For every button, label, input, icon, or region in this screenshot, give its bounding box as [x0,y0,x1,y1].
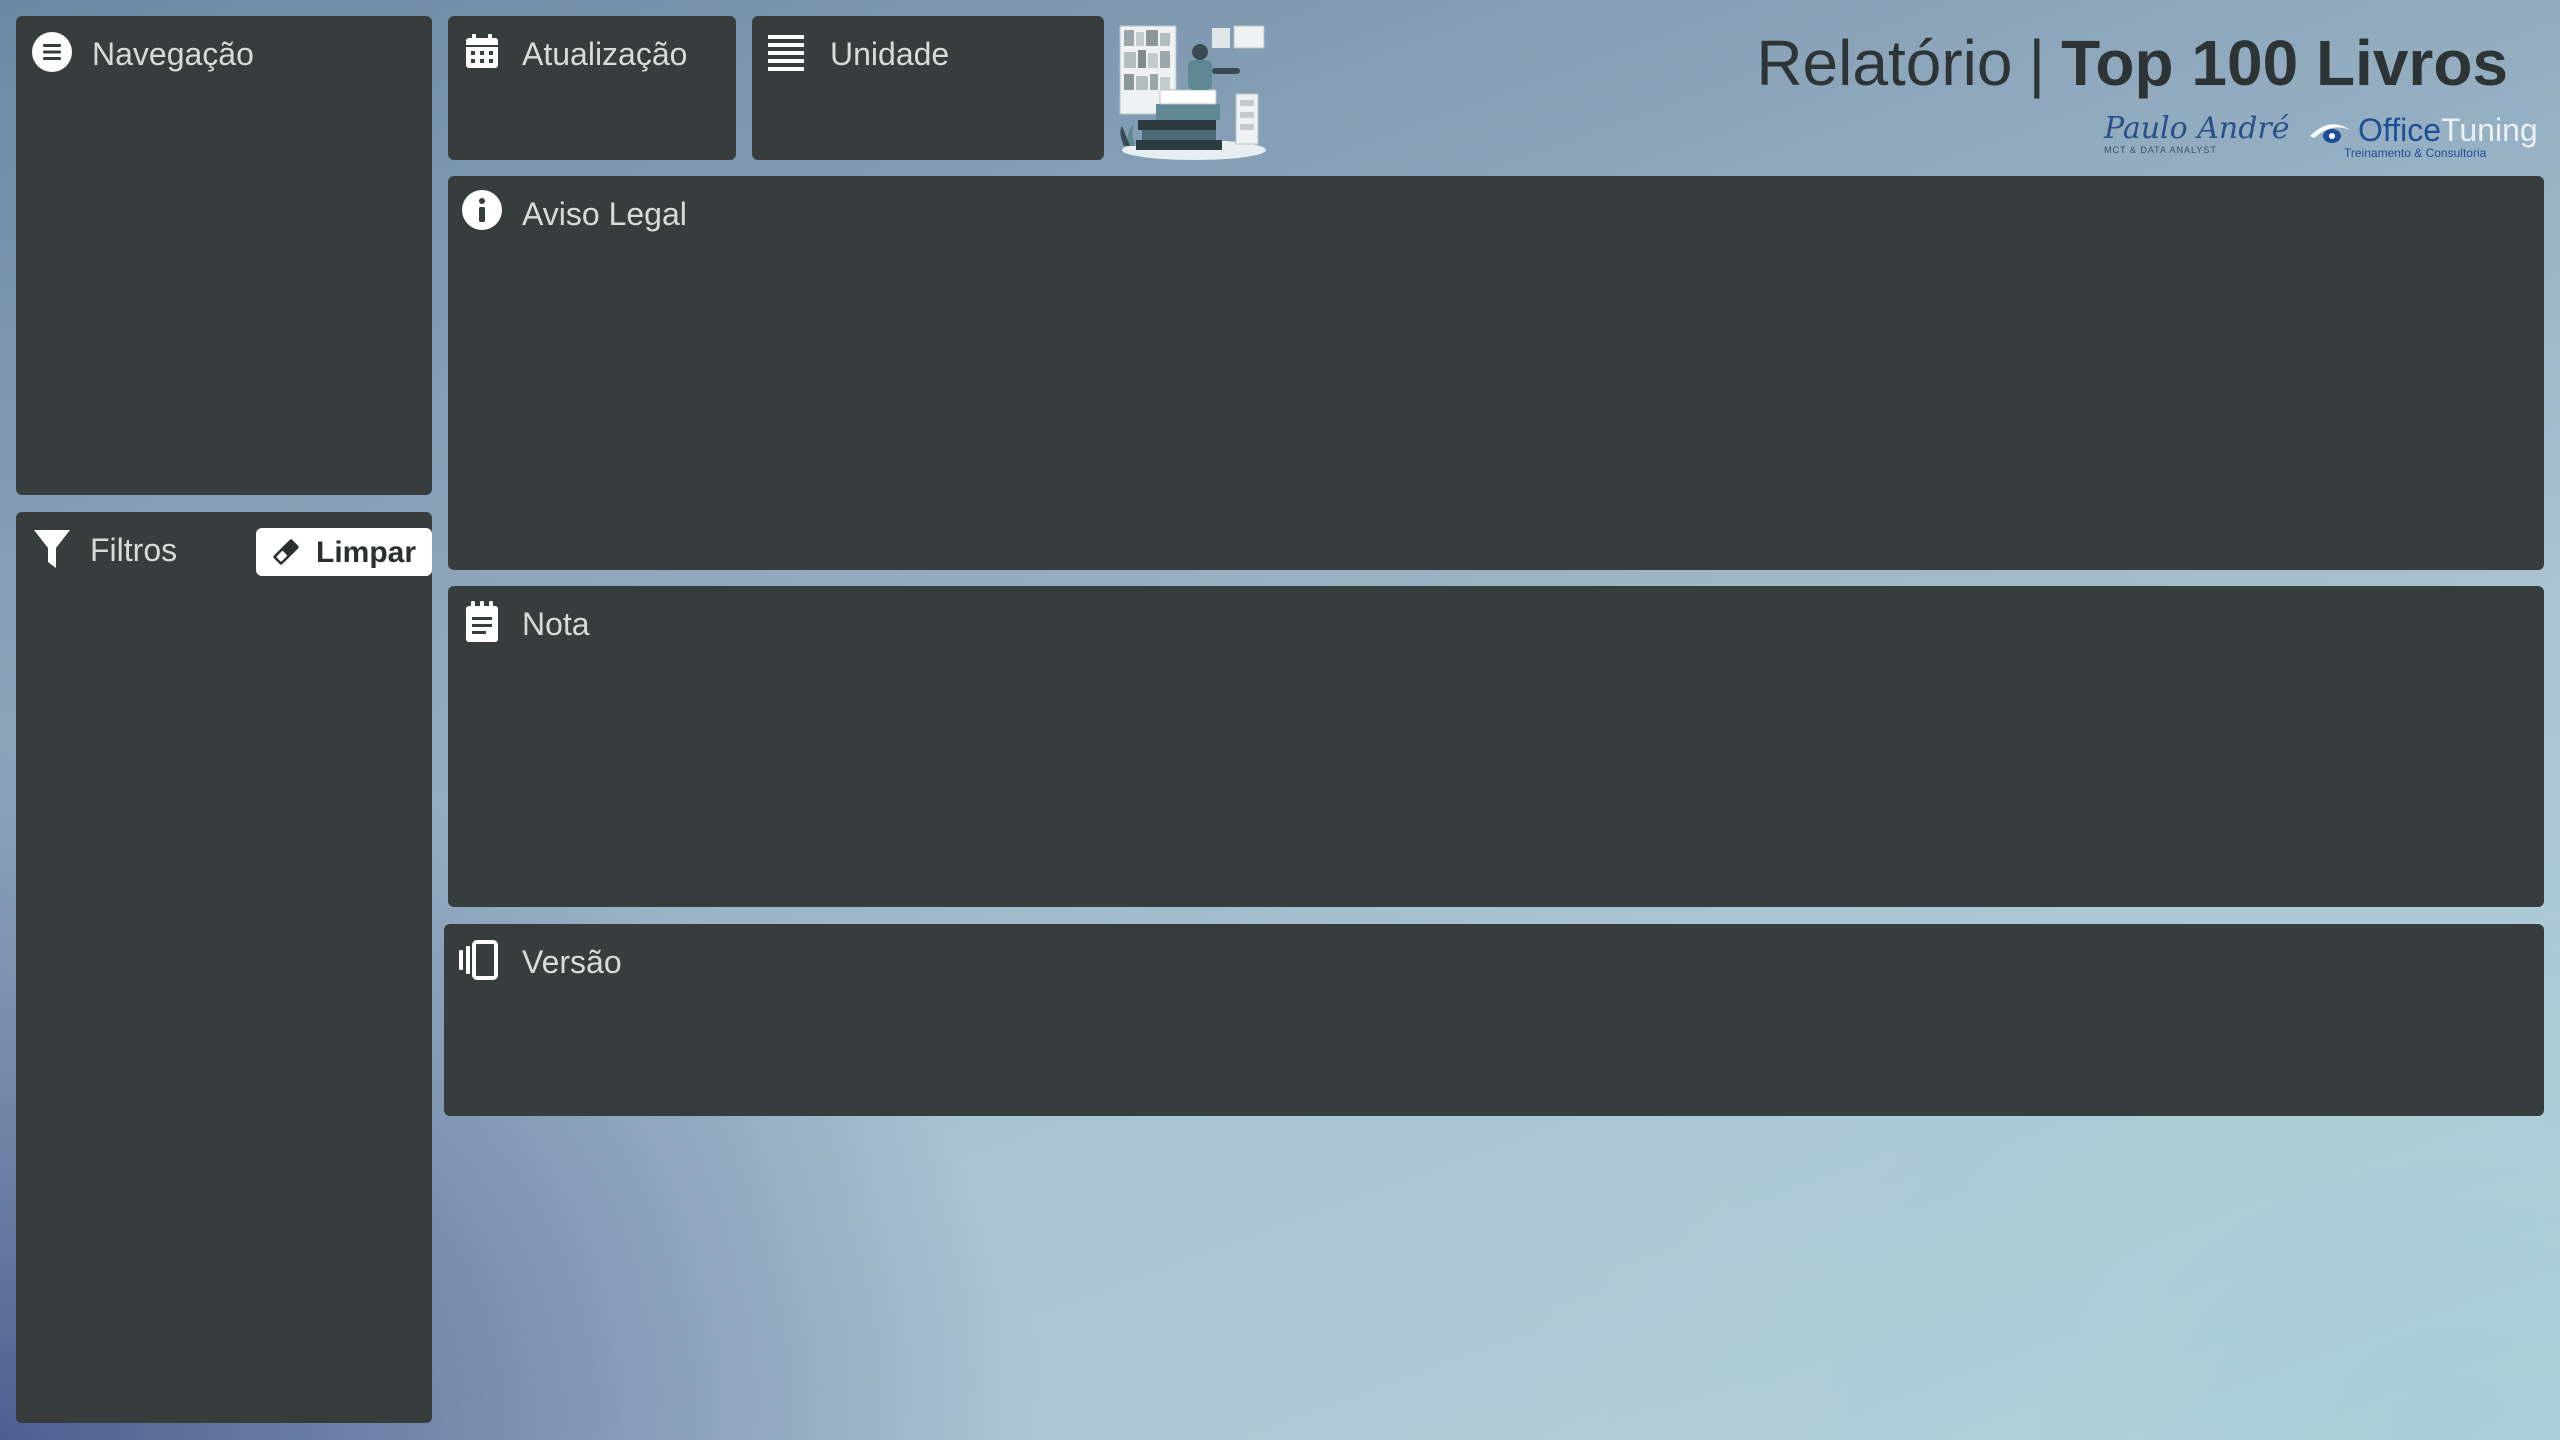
report-title: Relatório | Top 100 Livros [1756,28,2508,98]
office-tuning-brand-tuning: Tuning [2441,112,2538,148]
report-title-separator: | [2028,27,2046,99]
unit-title: Unidade [830,36,950,72]
legal-notice-title: Aviso Legal [522,196,687,232]
filters-title: Filtros [90,532,178,568]
navigation-panel: Navegação [16,16,432,495]
office-tuning-tagline: Treinamento & Consultoria [2344,146,2487,160]
paulo-andre-logo-subtitle: MCT & DATA ANALYST [2104,145,2217,155]
reading-illustration [1116,20,1272,162]
update-title: Atualização [522,36,688,72]
filter-icon [32,528,72,572]
version-title: Versão [522,944,622,980]
filters-panel: Filtros Limpar [16,512,432,1423]
office-tuning-logo: OfficeTuning Treinamento & Consultoria [2306,114,2538,162]
clear-filters-label: Limpar [316,536,417,569]
eye-logo-icon [2308,118,2352,148]
menu-icon[interactable] [32,32,72,72]
eraser-icon [270,536,302,568]
versions-icon [458,940,498,980]
update-panel: Atualização [448,16,736,160]
paulo-andre-logo-name: Paulo André [2104,111,2290,146]
report-title-prefix: Relatório [1756,27,2013,99]
paulo-andre-logo: Paulo André MCT & DATA ANALYST [2104,111,2290,158]
list-icon [766,32,806,72]
notepad-icon [464,600,500,644]
unit-panel: Unidade [752,16,1104,160]
navigation-title: Navegação [92,36,254,72]
office-tuning-brand-office: Office [2358,112,2441,148]
calendar-icon [462,32,502,72]
report-title-main: Top 100 Livros [2061,27,2508,99]
version-panel: Versão [444,924,2544,1116]
note-title: Nota [522,606,590,642]
office-tuning-brand: OfficeTuning [2358,114,2538,146]
info-icon [462,190,502,230]
note-panel: Nota [448,586,2544,907]
legal-notice-panel: Aviso Legal [448,176,2544,570]
clear-filters-button[interactable]: Limpar [256,528,432,576]
